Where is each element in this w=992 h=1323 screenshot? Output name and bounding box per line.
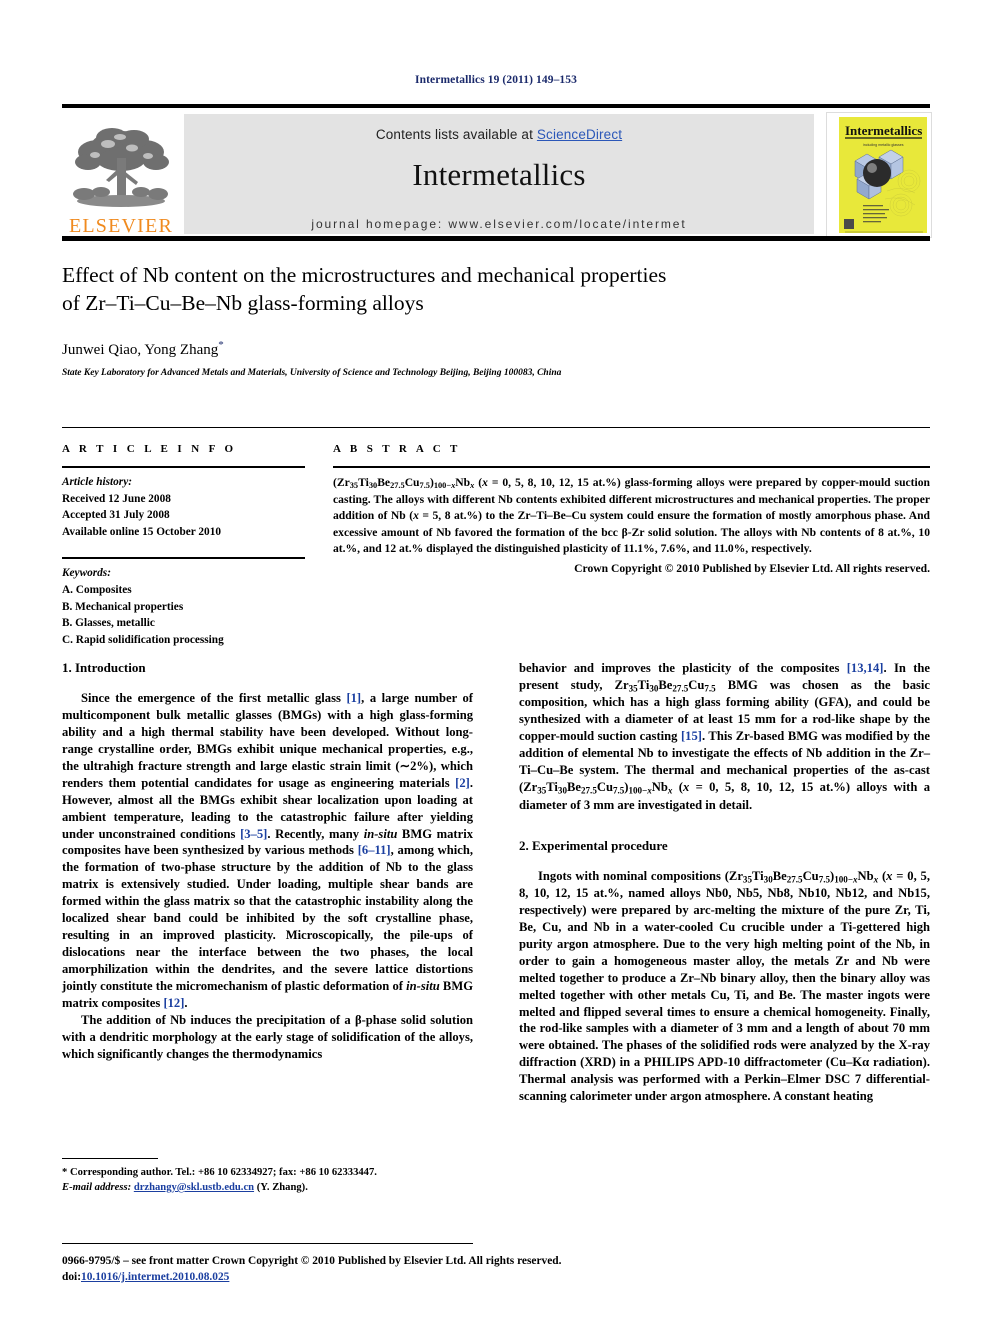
body-column-right: behavior and improves the plasticity of … [519, 660, 930, 1105]
info-abstract-band: A R T I C L E I N F O Article history: R… [62, 427, 930, 648]
journal-masthead: ELSEVIER Contents lists available at Sci… [62, 104, 932, 241]
svg-text:Intermetallics: Intermetallics [845, 123, 922, 138]
contents-list-line: Contents lists available at ScienceDirec… [184, 114, 814, 142]
article-history: Article history: Received 12 June 2008 A… [62, 474, 305, 540]
experimental-paragraph-1: Ingots with nominal compositions (Zr35Ti… [519, 868, 930, 1104]
author-names: Junwei Qiao, Yong Zhang [62, 341, 219, 358]
elsevier-tree-icon [73, 128, 169, 207]
article-info-column: A R T I C L E I N F O Article history: R… [62, 443, 305, 648]
elsevier-logo: ELSEVIER [62, 112, 180, 236]
history-accepted: Accepted 31 July 2008 [62, 509, 170, 522]
keyword-item: A. Composites [62, 583, 132, 596]
history-online: Available online 15 October 2010 [62, 525, 221, 538]
intro-paragraph-2-continued: behavior and improves the plasticity of … [519, 661, 930, 812]
corresponding-author-footnote: * Corresponding author. Tel.: +86 10 623… [62, 1158, 473, 1195]
abstract-text: (Zr35Ti30Be27.5Cu7.5)100−xNbx (x = 0, 5,… [333, 476, 931, 556]
journal-banner: Contents lists available at ScienceDirec… [184, 114, 814, 234]
band-top-rule [62, 427, 930, 428]
sciencedirect-link[interactable]: ScienceDirect [537, 127, 622, 142]
keywords-label: Keywords: [62, 567, 111, 580]
intro-paragraph-1: Since the emergence of the first metalli… [62, 691, 474, 1010]
doi-link[interactable]: 10.1016/j.intermet.2010.08.025 [81, 1271, 229, 1283]
abstract-column: A B S T R A C T (Zr35Ti30Be27.5Cu7.5)100… [333, 443, 930, 648]
article-info-heading: A R T I C L E I N F O [62, 443, 237, 455]
keywords-rule [62, 557, 305, 560]
keyword-item: B. Glasses, metallic [62, 617, 155, 630]
email-link[interactable]: drzhangy@skl.ustb.edu.cn [134, 1182, 254, 1193]
abstract-rule [333, 466, 930, 468]
abstract-copyright: Crown Copyright © 2010 Published by Else… [574, 561, 930, 575]
corresponding-author-marker: * [218, 338, 224, 351]
doi-label: doi: [62, 1270, 81, 1283]
masthead-bottom-rule [62, 236, 930, 241]
body-column-left: 1. Introduction Since the emergence of t… [62, 660, 473, 1105]
elsevier-wordmark: ELSEVIER [68, 215, 174, 237]
article-info-rule [62, 466, 305, 468]
footnote-email-line: E-mail address: drzhangy@skl.ustb.edu.cn… [62, 1180, 473, 1195]
author-list: Junwei Qiao, Yong Zhang* [62, 339, 930, 359]
footer-issn-line: 0966-9795/$ – see front matter Crown Cop… [62, 1255, 562, 1267]
paper-page: Intermetallics 19 (2011) 149–153 ELSEVIE… [0, 0, 992, 1323]
paper-title-line2: of Zr–Ti–Cu–Be–Nb glass-forming alloys [62, 290, 424, 315]
keyword-item: C. Rapid solidification processing [62, 633, 224, 646]
history-received: Received 12 June 2008 [62, 492, 171, 505]
page-title: Effect of Nb content on the microstructu… [62, 262, 930, 318]
section-heading-introduction: 1. Introduction [62, 660, 146, 675]
journal-title: Intermetallics [412, 157, 586, 192]
keyword-item: B. Mechanical properties [62, 600, 184, 613]
footer-doi-line: doi:10.1016/j.intermet.2010.08.025 [62, 1270, 930, 1286]
masthead-top-rule [62, 104, 930, 108]
footnote-rule [62, 1158, 158, 1159]
page-footer: 0966-9795/$ – see front matter Crown Cop… [62, 1243, 930, 1286]
email-suffix: (Y. Zhang). [256, 1182, 308, 1194]
journal-homepage[interactable]: journal homepage: www.elsevier.com/locat… [184, 217, 814, 231]
title-block: Effect of Nb content on the microstructu… [62, 262, 930, 378]
journal-cover-thumbnail: Intermetallics including metallic glasse… [826, 112, 932, 238]
journal-cover-image: Intermetallics including metallic glasse… [827, 113, 931, 237]
keywords-list: Keywords: A. Composites B. Mechanical pr… [62, 565, 305, 648]
svg-text:including metallic glasses: including metallic glasses [863, 143, 904, 147]
footer-rule [62, 1243, 473, 1244]
body-columns: 1. Introduction Since the emergence of t… [62, 660, 930, 1105]
intro-paragraph-2: The addition of Nb induces the precipita… [62, 1012, 473, 1061]
affiliation: State Key Laboratory for Advanced Metals… [62, 367, 562, 378]
email-label: E-mail address: [62, 1182, 132, 1194]
article-history-label: Article history: [62, 476, 132, 488]
footnote-corresponding: * Corresponding author. Tel.: +86 10 623… [62, 1167, 377, 1178]
running-head: Intermetallics 19 (2011) 149–153 [415, 74, 577, 86]
section-heading-experimental: 2. Experimental procedure [519, 837, 668, 853]
abstract-heading: A B S T R A C T [333, 443, 461, 455]
paper-title-line1: Effect of Nb content on the microstructu… [62, 263, 667, 287]
contents-prefix: Contents lists available at [375, 127, 537, 142]
